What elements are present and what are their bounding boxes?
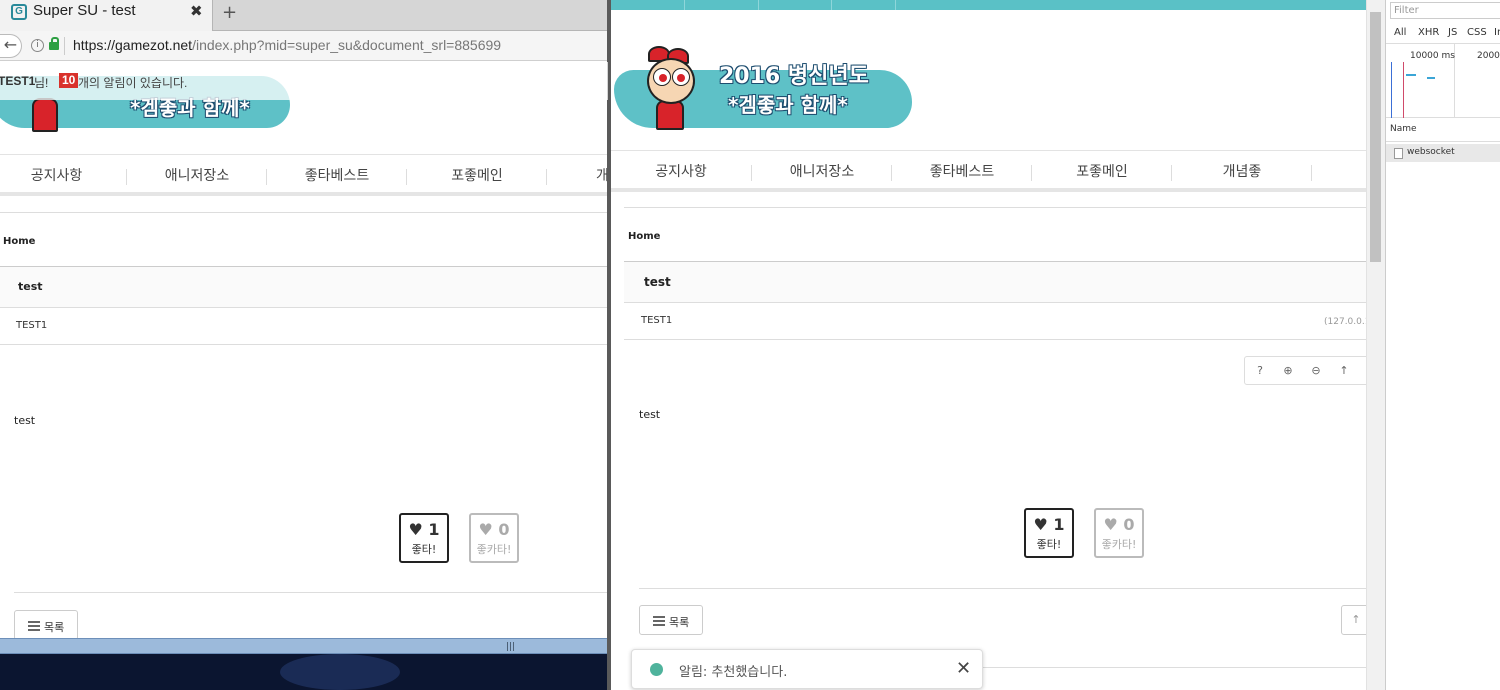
filter-input[interactable]: Filter bbox=[1390, 2, 1500, 19]
logo-line-1: 2016 병신년도 bbox=[719, 64, 869, 89]
request-name: websocket bbox=[1407, 147, 1455, 157]
url-field[interactable]: https://gamezot.net/index.php?mid=super_… bbox=[73, 37, 501, 53]
menu-icon bbox=[28, 621, 40, 623]
heart-icon: ♥ bbox=[1103, 515, 1118, 534]
help-icon[interactable]: ? bbox=[1248, 361, 1272, 381]
dislike-label: 좋카타! bbox=[1101, 538, 1137, 551]
notification-bar[interactable]: TEST1 님! 10 개의 알림이 있습니다. bbox=[0, 62, 608, 100]
heart-icon: ♥ bbox=[478, 520, 493, 539]
like-count: 1 bbox=[428, 520, 440, 539]
notice-count-badge: 10 bbox=[59, 73, 79, 88]
like-count: 1 bbox=[1053, 515, 1065, 534]
list-button[interactable]: 목록 bbox=[14, 610, 78, 638]
like-label: 좋타! bbox=[1036, 538, 1062, 551]
heart-icon: ♥ bbox=[408, 520, 423, 539]
nav-item-main[interactable]: 포좋메인 bbox=[1032, 161, 1172, 181]
author-name[interactable]: TEST1 bbox=[16, 320, 47, 331]
tab-bar: G Super SU - test ✖ + bbox=[0, 0, 608, 31]
name-column-header[interactable]: Name bbox=[1386, 118, 1500, 142]
notice-suffix: 님! bbox=[34, 76, 49, 90]
devtools-network-panel: Filter All XHR JS CSS In 10000 ms 2000 N… bbox=[1385, 0, 1500, 690]
filter-xhr[interactable]: XHR bbox=[1418, 27, 1439, 38]
mascot-icon bbox=[32, 98, 58, 132]
desktop-background bbox=[0, 654, 608, 690]
heart-icon: ♥ bbox=[1033, 515, 1048, 534]
toast-notification: 알림: 추천했습니다. ✕ bbox=[631, 649, 983, 689]
vertical-scrollbar[interactable] bbox=[1366, 0, 1385, 690]
status-dot-icon bbox=[650, 663, 663, 676]
post-toolbar: ? ⊕ ⊖ ↑ bbox=[1244, 356, 1374, 385]
left-page-content: TEST1 님! 10 개의 알림이 있습니다. *겜좋과 함께* 공지사항 애… bbox=[0, 62, 608, 638]
right-nav-bar: 공지사항 애니저장소 좋타베스트 포좋메인 개념좋 bbox=[611, 150, 1366, 192]
filter-img[interactable]: In bbox=[1494, 27, 1500, 38]
list-button[interactable]: 목록 bbox=[639, 605, 703, 635]
scroll-top-icon[interactable]: ↑ bbox=[1332, 361, 1356, 381]
like-button[interactable]: ♥ 1 좋타! bbox=[399, 513, 449, 563]
left-nav-bar: 공지사항 애니저장소 좋타베스트 포좋메인 개 bbox=[0, 154, 608, 196]
zoom-out-icon[interactable]: ⊖ bbox=[1304, 361, 1328, 381]
nav-item-anime[interactable]: 애니저장소 bbox=[127, 165, 267, 185]
like-label: 좋타! bbox=[411, 543, 437, 556]
address-bar: ← i https://gamezot.net/index.php?mid=su… bbox=[0, 31, 608, 61]
tab-title: Super SU - test bbox=[33, 2, 136, 19]
notice-text: 개의 알림이 있습니다. bbox=[78, 76, 188, 90]
left-browser-window: G Super SU - test ✖ + ← i https://gamezo… bbox=[0, 0, 608, 690]
request-row[interactable]: websocket bbox=[1386, 144, 1500, 162]
breadcrumb[interactable]: Home bbox=[3, 236, 35, 247]
dislike-count: 0 bbox=[498, 520, 510, 539]
nav-item-main[interactable]: 포좋메인 bbox=[407, 165, 547, 185]
timeline-label: 2000 bbox=[1477, 51, 1500, 61]
type-filter-bar: All XHR JS CSS In bbox=[1386, 22, 1500, 44]
timeline-label: 10000 ms bbox=[1410, 51, 1455, 61]
info-icon[interactable]: i bbox=[31, 39, 44, 52]
like-button[interactable]: ♥ 1 좋타! bbox=[1024, 508, 1074, 558]
browser-tab[interactable]: G Super SU - test ✖ bbox=[0, 0, 213, 31]
ip-address: (127.0.0.1 bbox=[1324, 317, 1371, 327]
notice-user: TEST1 bbox=[0, 74, 36, 88]
network-timeline[interactable]: 10000 ms 2000 bbox=[1386, 44, 1500, 118]
nav-item-notice[interactable]: 공지사항 bbox=[0, 165, 113, 185]
breadcrumb[interactable]: Home bbox=[628, 231, 660, 242]
post-body: test bbox=[14, 414, 36, 427]
menu-icon bbox=[653, 616, 665, 618]
dislike-button[interactable]: ♥ 0 좋카타! bbox=[1094, 508, 1144, 558]
lock-icon bbox=[49, 37, 59, 50]
back-arrow-icon[interactable]: ← bbox=[0, 34, 22, 58]
nav-item-best[interactable]: 좋타베스트 bbox=[267, 165, 407, 185]
logo-line-2: *겜좋과 함께* bbox=[728, 93, 848, 117]
filter-js[interactable]: JS bbox=[1448, 27, 1457, 38]
close-icon[interactable]: ✕ bbox=[956, 658, 971, 679]
nav-item-notice[interactable]: 공지사항 bbox=[611, 161, 751, 181]
scrollbar-thumb[interactable] bbox=[1370, 12, 1381, 262]
dislike-button[interactable]: ♥ 0 좋카타! bbox=[469, 513, 519, 563]
new-tab-button[interactable]: + bbox=[222, 2, 237, 23]
zoom-in-icon[interactable]: ⊕ bbox=[1276, 361, 1300, 381]
dislike-label: 좋카타! bbox=[476, 543, 512, 556]
right-page-content: 2016 병신년도 *겜좋과 함께* 공지사항 애니저장소 좋타베스트 포좋메인… bbox=[611, 0, 1385, 690]
horizontal-scrollbar[interactable]: ||| bbox=[0, 638, 608, 654]
filter-all[interactable]: All bbox=[1394, 27, 1406, 38]
nav-item-concept[interactable]: 개념좋 bbox=[1172, 161, 1312, 181]
tab-close-icon[interactable]: ✖ bbox=[190, 2, 203, 20]
dislike-count: 0 bbox=[1123, 515, 1135, 534]
post-title: test bbox=[644, 275, 671, 289]
post-title: test bbox=[18, 280, 43, 293]
file-icon bbox=[1394, 148, 1403, 159]
nav-item-anime[interactable]: 애니저장소 bbox=[752, 161, 892, 181]
author-name[interactable]: TEST1 bbox=[641, 315, 672, 326]
toast-message: 알림: 추천했습니다. bbox=[679, 665, 788, 680]
post-body: test bbox=[639, 408, 661, 421]
nav-item-best[interactable]: 좋타베스트 bbox=[892, 161, 1032, 181]
site-favicon-icon: G bbox=[11, 4, 27, 20]
filter-css[interactable]: CSS bbox=[1467, 27, 1487, 38]
top-menu-strip bbox=[611, 0, 1366, 10]
